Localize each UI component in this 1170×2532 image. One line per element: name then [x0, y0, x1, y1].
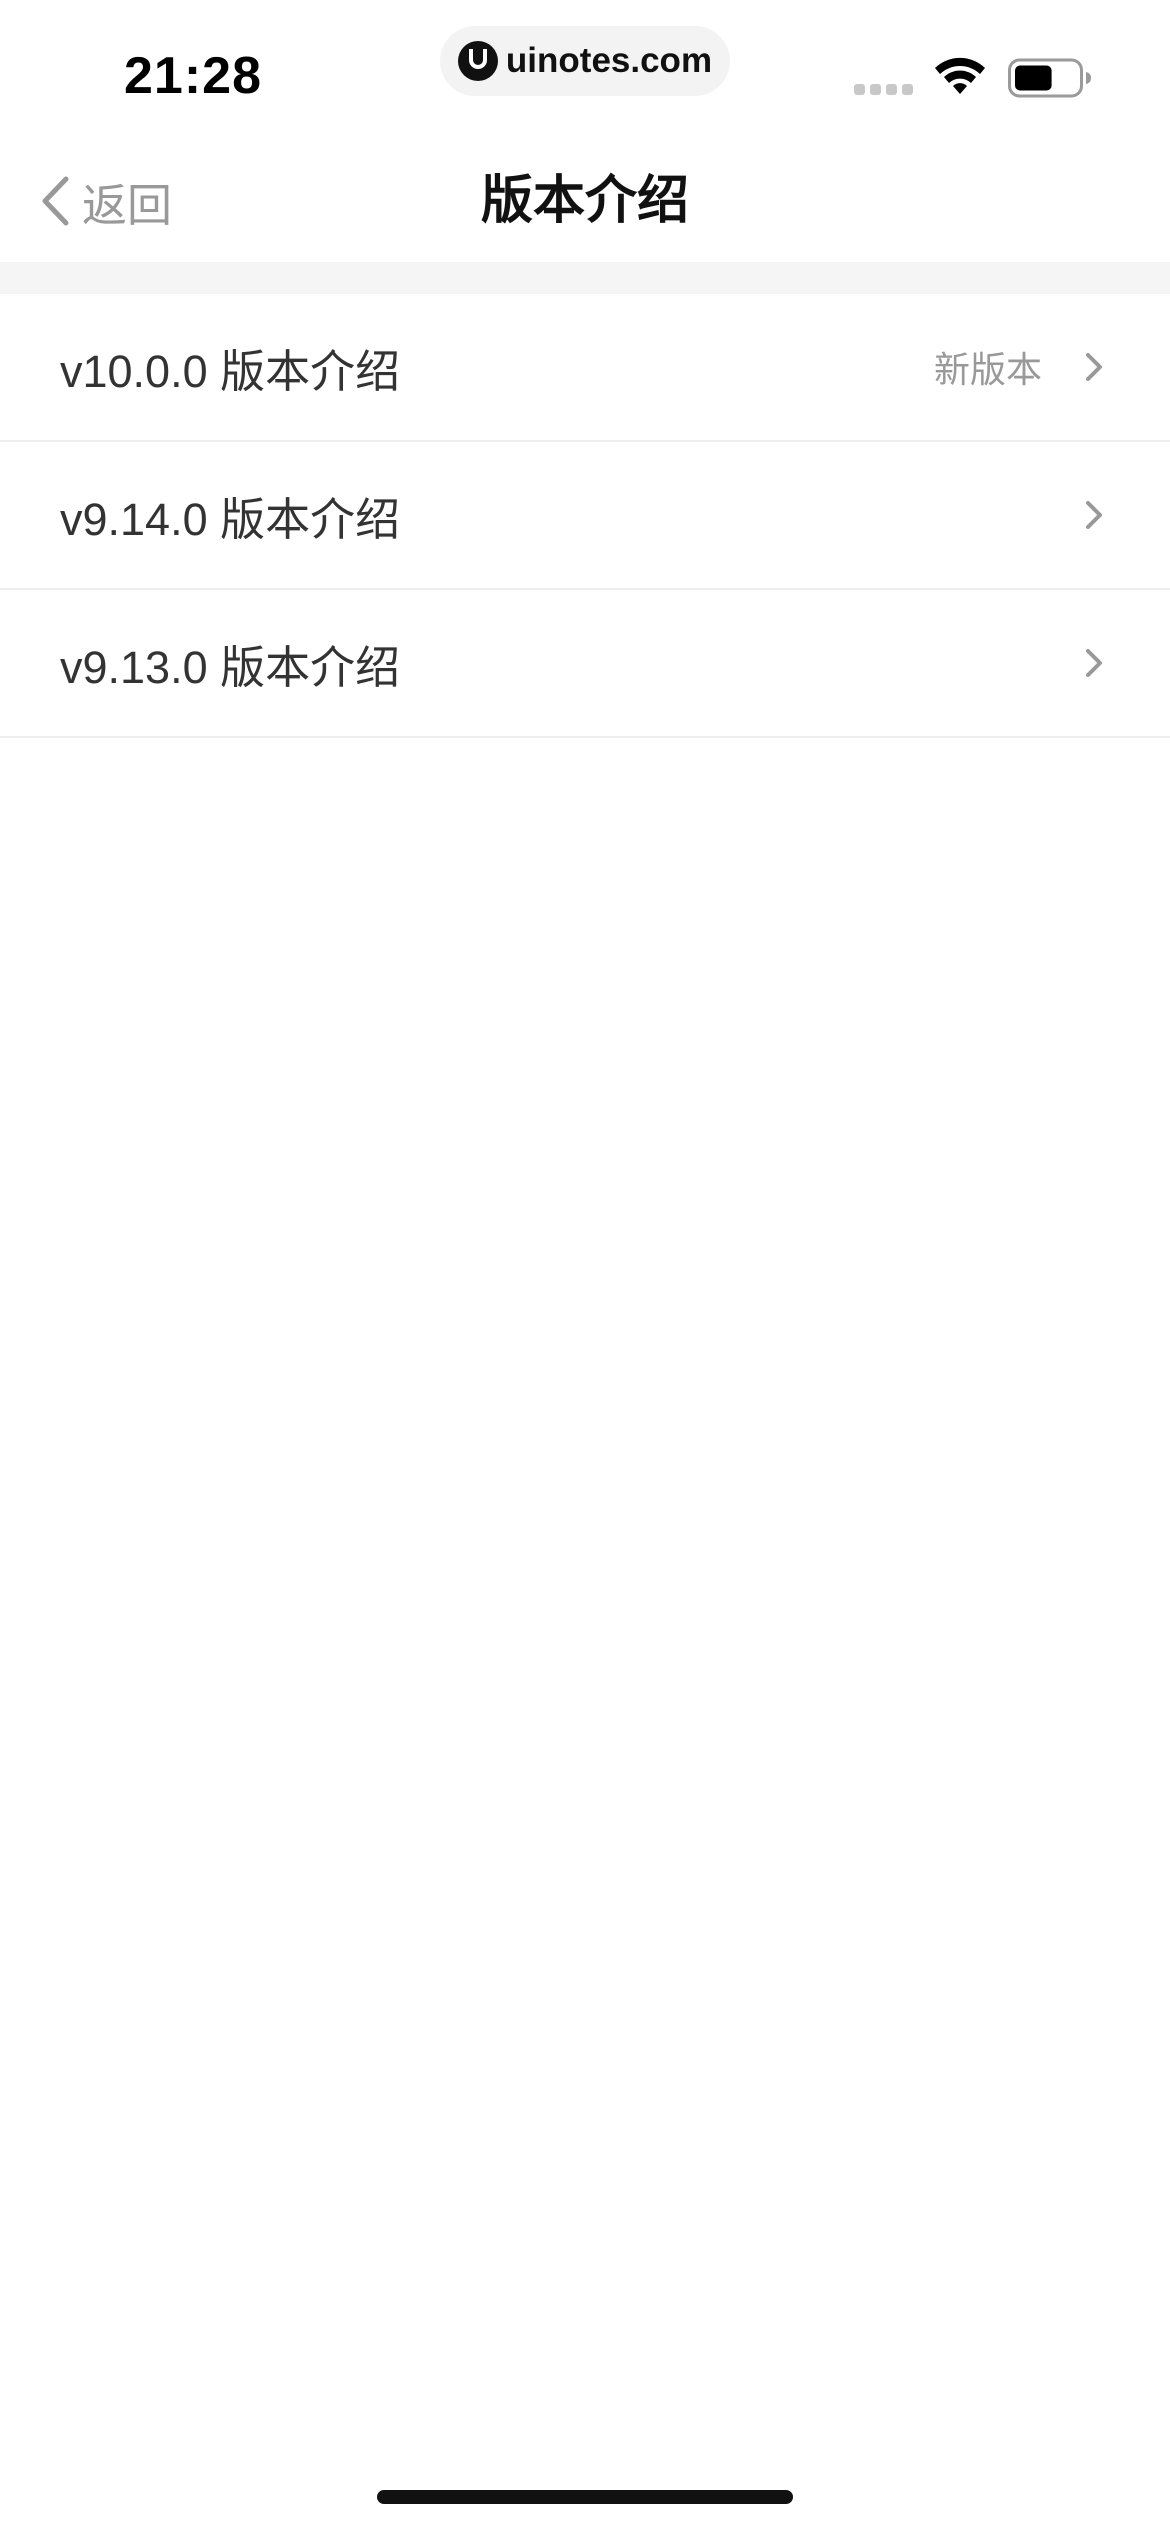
list-item-label: v10.0.0 版本介绍	[60, 345, 401, 397]
chevron-right-icon	[1086, 649, 1102, 677]
list-item-label: v9.14.0 版本介绍	[60, 493, 401, 545]
url-text: uinotes.com	[505, 41, 713, 80]
list-item-version-9-13-0[interactable]: v9.13.0 版本介绍	[0, 590, 1170, 738]
uinotes-logo-icon	[457, 41, 498, 81]
cellular-signal-icon	[854, 84, 913, 95]
home-indicator[interactable]	[377, 2490, 793, 2504]
battery-icon	[1008, 58, 1091, 98]
chevron-right-icon	[1086, 353, 1102, 381]
status-bar: 21:28 uinotes.com	[0, 0, 1170, 140]
list-item-version-10-0-0[interactable]: v10.0.0 版本介绍 新版本	[0, 294, 1170, 442]
page-title: 版本介绍	[480, 171, 689, 231]
status-time: 21:28	[124, 47, 262, 105]
new-version-badge: 新版本	[933, 350, 1042, 391]
section-divider	[0, 262, 1170, 294]
version-list: v10.0.0 版本介绍 新版本 v9.14.0 版本介绍 v9.13.0 版本…	[0, 294, 1170, 738]
list-item-label: v9.13.0 版本介绍	[60, 641, 401, 693]
chevron-right-icon	[1086, 501, 1102, 529]
wifi-icon	[935, 57, 985, 94]
url-pill[interactable]: uinotes.com	[440, 26, 730, 96]
navigation-bar: 返回 版本介绍	[0, 140, 1170, 262]
list-item-version-9-14-0[interactable]: v9.14.0 版本介绍	[0, 442, 1170, 590]
